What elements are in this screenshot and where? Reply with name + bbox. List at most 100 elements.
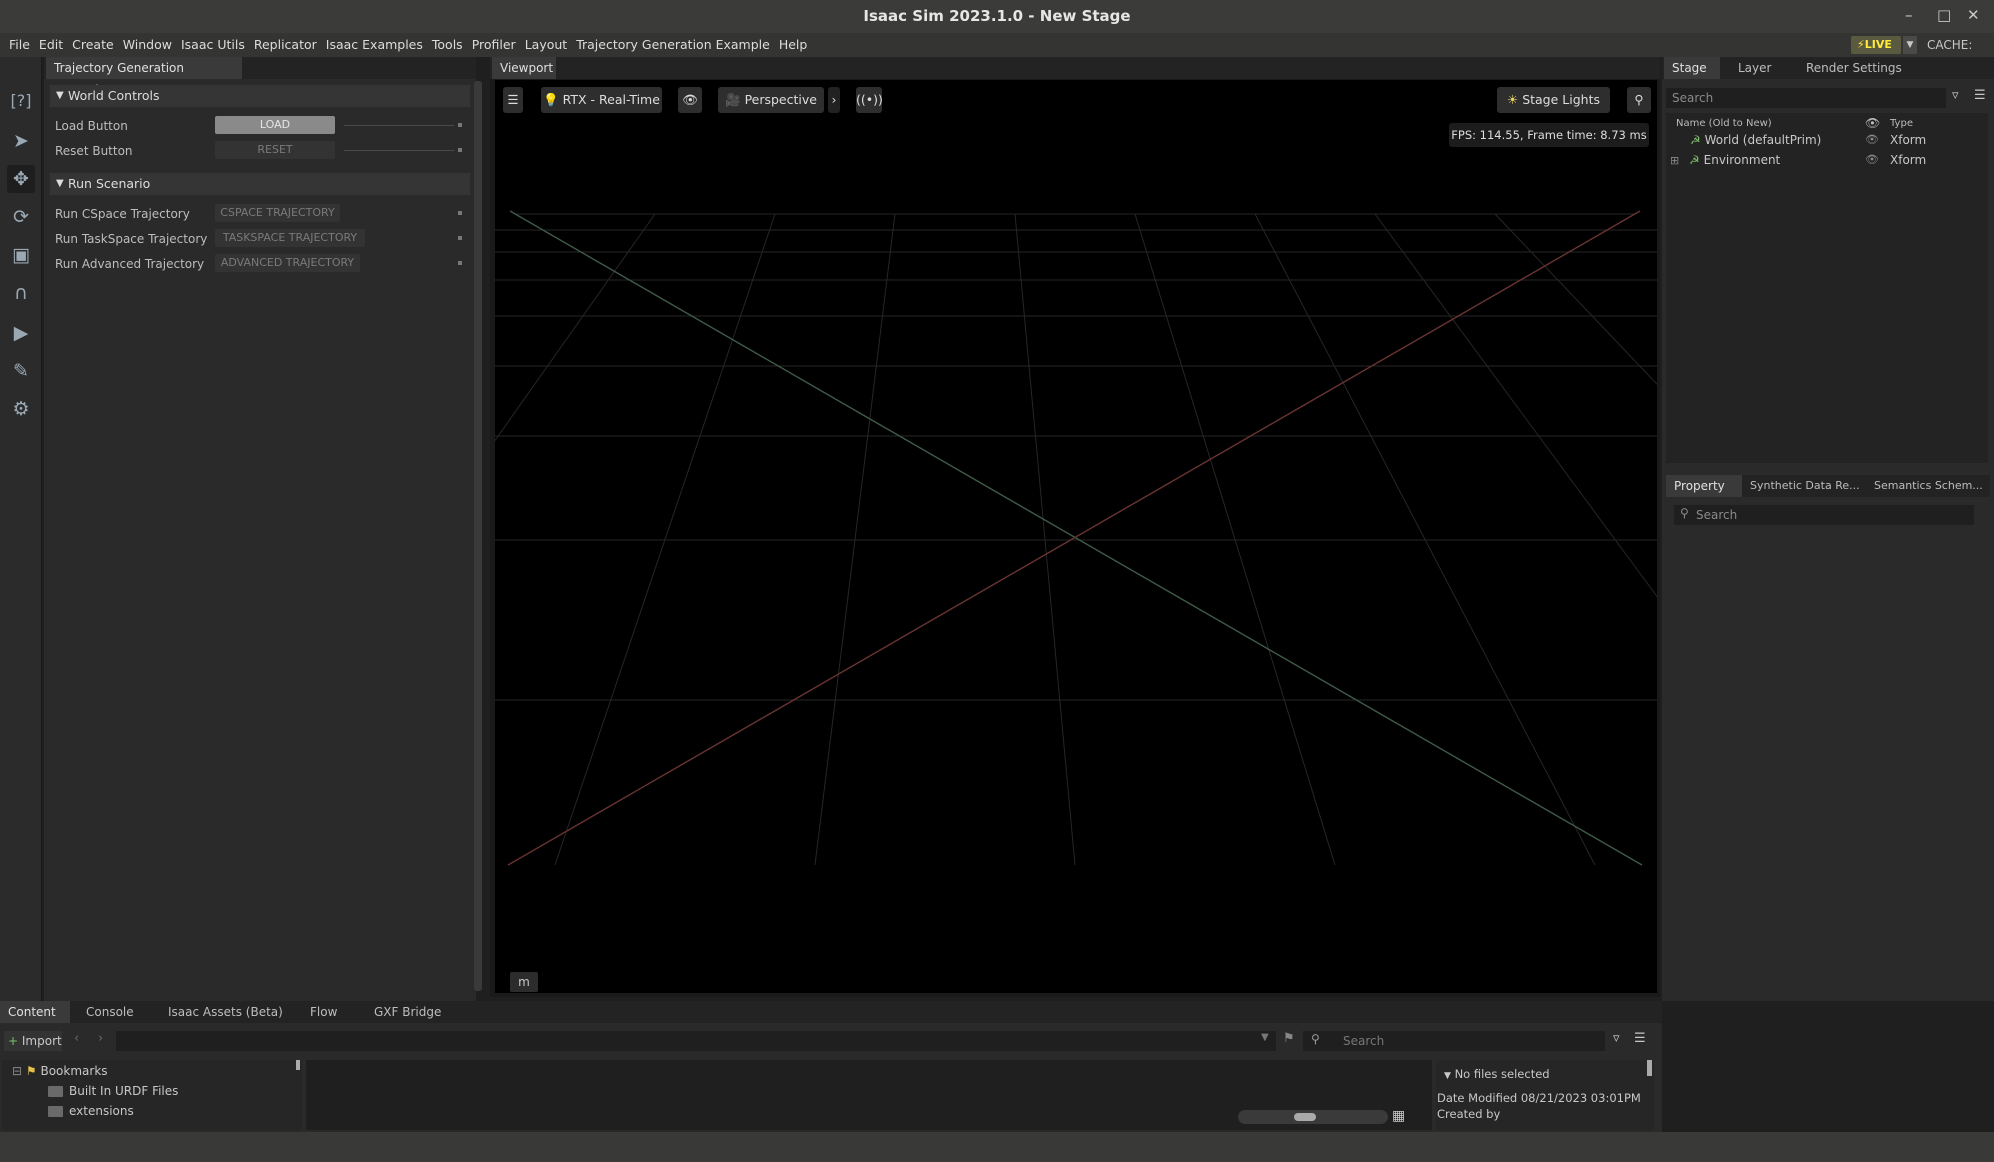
tab-trajectory-generation-example[interactable]: Trajectory Generation Example (46, 57, 242, 97)
play-icon[interactable]: ▶ (7, 319, 35, 347)
tree-scrollbar[interactable] (296, 1060, 300, 1070)
list-view-icon[interactable]: ▦ (1392, 1108, 1405, 1124)
options-menu-icon[interactable]: ☰ (1634, 1031, 1646, 1046)
tab-content[interactable]: Content (0, 1001, 70, 1023)
rotate-icon[interactable]: ⟳ (7, 203, 35, 231)
tab-gxf-bridge[interactable]: GXF Bridge (366, 1001, 456, 1023)
tab-flow[interactable]: Flow (302, 1001, 348, 1023)
stage-lights-select[interactable]: ☀ Stage Lights (1497, 87, 1610, 113)
close-icon[interactable]: ✕ (1967, 6, 1980, 24)
menu-create[interactable]: Create (72, 33, 114, 57)
tree-row-extensions[interactable]: extensions (48, 1104, 134, 1118)
move-icon[interactable]: ✥ (7, 165, 35, 193)
menu-help[interactable]: Help (779, 33, 808, 57)
cspace-trajectory-button[interactable]: CSPACE TRAJECTORY (215, 204, 340, 222)
path-dropdown-icon[interactable]: ▼ (1261, 1032, 1269, 1043)
forward-icon[interactable]: › (98, 1031, 103, 1046)
maximize-icon[interactable]: □ (1937, 6, 1951, 24)
chevron-right-icon[interactable]: › (828, 87, 840, 113)
menu-isaac-examples[interactable]: Isaac Examples (326, 33, 423, 57)
load-button[interactable]: LOAD (215, 116, 335, 134)
paint-brush-icon[interactable]: ✎ (7, 357, 35, 385)
menu-isaac-utils[interactable]: Isaac Utils (181, 33, 245, 57)
broadcast-icon[interactable]: ((•)) (856, 87, 883, 113)
renderer-select[interactable]: 💡 RTX - Real-Time (541, 87, 662, 113)
menu-trajectory-generation-example[interactable]: Trajectory Generation Example (576, 33, 770, 57)
filter-icon[interactable]: ▿ (1613, 1031, 1620, 1046)
back-icon[interactable]: ‹ (74, 1031, 79, 1046)
collapse-arrow-icon: ▼ (1444, 1071, 1451, 1081)
world-controls-header[interactable]: ▼ World Controls (50, 85, 470, 107)
menu-window[interactable]: Window (123, 33, 172, 57)
snap-magnet-icon[interactable]: ∩ (7, 279, 35, 307)
path-field[interactable] (116, 1031, 1276, 1051)
tab-console[interactable]: Console (78, 1001, 150, 1023)
tree-row-bookmarks[interactable]: ⊟ ⚑ Bookmarks (12, 1064, 108, 1078)
right-panel: Stage Layer Render Settings Search ▿ ☰ P… (1662, 57, 1994, 1001)
menu-tools[interactable]: Tools (432, 33, 463, 57)
stage-search-input[interactable]: Search (1666, 88, 1946, 108)
run-advanced-label: Run Advanced Trajectory (55, 257, 205, 271)
column-type-header[interactable]: Type (1890, 118, 1913, 129)
menu-replicator[interactable]: Replicator (254, 33, 317, 57)
reset-button[interactable]: RESET (215, 141, 335, 159)
minimize-icon[interactable]: – (1905, 6, 1913, 24)
folder-icon (48, 1086, 63, 1097)
tree-row-urdf[interactable]: Built In URDF Files (48, 1084, 178, 1098)
tab-layer[interactable]: Layer (1730, 57, 1798, 79)
thumbnail-size-slider[interactable] (1238, 1110, 1388, 1124)
viewport-settings-icon[interactable]: ☰ (503, 87, 523, 113)
left-panel-scrollbar[interactable] (474, 81, 482, 991)
search-icon: ⚲ (1680, 506, 1689, 520)
run-scenario-header[interactable]: ▼ Run Scenario (50, 173, 470, 195)
info-scrollbar[interactable] (1647, 1060, 1652, 1076)
filter-icon[interactable]: ▿ (1952, 88, 1959, 103)
live-button[interactable]: ⚡LIVE (1851, 36, 1901, 54)
visibility-column-icon: 👁 (1865, 116, 1881, 130)
reset-button-label: Reset Button (55, 144, 133, 158)
tab-property[interactable]: Property (1666, 475, 1742, 497)
status-bar (0, 1132, 1994, 1162)
info-header[interactable]: ▼ No files selected (1444, 1067, 1550, 1081)
viewport-canvas[interactable] (194, 80, 1994, 993)
physics-tools-icon[interactable]: ⚙ (7, 395, 35, 423)
xform-icon: ☭ (1690, 133, 1701, 147)
created-by: Created by (1437, 1107, 1501, 1121)
taskspace-trajectory-button[interactable]: TASKSPACE TRAJECTORY (215, 229, 365, 247)
bookmark-icon[interactable]: ⚑ (1283, 1031, 1295, 1046)
tab-semantics-schema[interactable]: Semantics Schem... (1870, 475, 1988, 497)
tab-render-settings[interactable]: Render Settings (1798, 57, 1918, 79)
x-axis-line (507, 210, 1641, 866)
help-select-icon[interactable]: [?] (7, 87, 35, 115)
unit-indicator: m (510, 972, 538, 992)
import-button[interactable]: + Import (4, 1031, 62, 1051)
location-pin-icon[interactable]: ⚲ (1627, 87, 1651, 113)
eye-icon[interactable]: 👁 (1865, 151, 1879, 169)
collapse-minus-icon[interactable]: ⊟ (12, 1064, 22, 1078)
scale-icon[interactable]: ▣ (7, 241, 35, 269)
menu-edit[interactable]: Edit (39, 33, 63, 57)
expand-plus-icon[interactable]: ⊞ (1670, 154, 1679, 167)
tab-isaac-assets[interactable]: Isaac Assets (Beta) (160, 1001, 302, 1023)
visibility-eye-icon[interactable]: 👁 (678, 87, 702, 113)
slider-handle[interactable] (1294, 1113, 1316, 1121)
tab-viewport[interactable]: Viewport (492, 57, 556, 79)
stage-row-environment[interactable]: ⊞ ☭ Environment 👁 Xform (1668, 151, 1988, 169)
live-dropdown-icon[interactable]: ▼ (1903, 36, 1917, 54)
camera-select[interactable]: 🎥 Perspective (718, 87, 824, 113)
content-search-input[interactable]: Search (1303, 1031, 1605, 1051)
eye-icon[interactable]: 👁 (1865, 131, 1879, 149)
property-search-input[interactable]: Search (1674, 505, 1974, 525)
select-arrow-icon[interactable]: ➤ (7, 127, 35, 155)
tab-stage[interactable]: Stage (1664, 57, 1720, 79)
column-name-header[interactable]: Name (Old to New) (1676, 118, 1772, 129)
menu-file[interactable]: File (9, 33, 30, 57)
advanced-trajectory-button[interactable]: ADVANCED TRAJECTORY (215, 254, 360, 272)
grid-svg (194, 210, 1994, 866)
window-title: Isaac Sim 2023.1.0 - New Stage (863, 7, 1131, 25)
menu-profiler[interactable]: Profiler (472, 33, 516, 57)
stage-row-world[interactable]: ☭ World (defaultPrim) 👁 Xform (1668, 131, 1988, 149)
options-menu-icon[interactable]: ☰ (1974, 88, 1986, 103)
tab-synthetic-data[interactable]: Synthetic Data Re... (1746, 475, 1864, 497)
menu-layout[interactable]: Layout (525, 33, 568, 57)
